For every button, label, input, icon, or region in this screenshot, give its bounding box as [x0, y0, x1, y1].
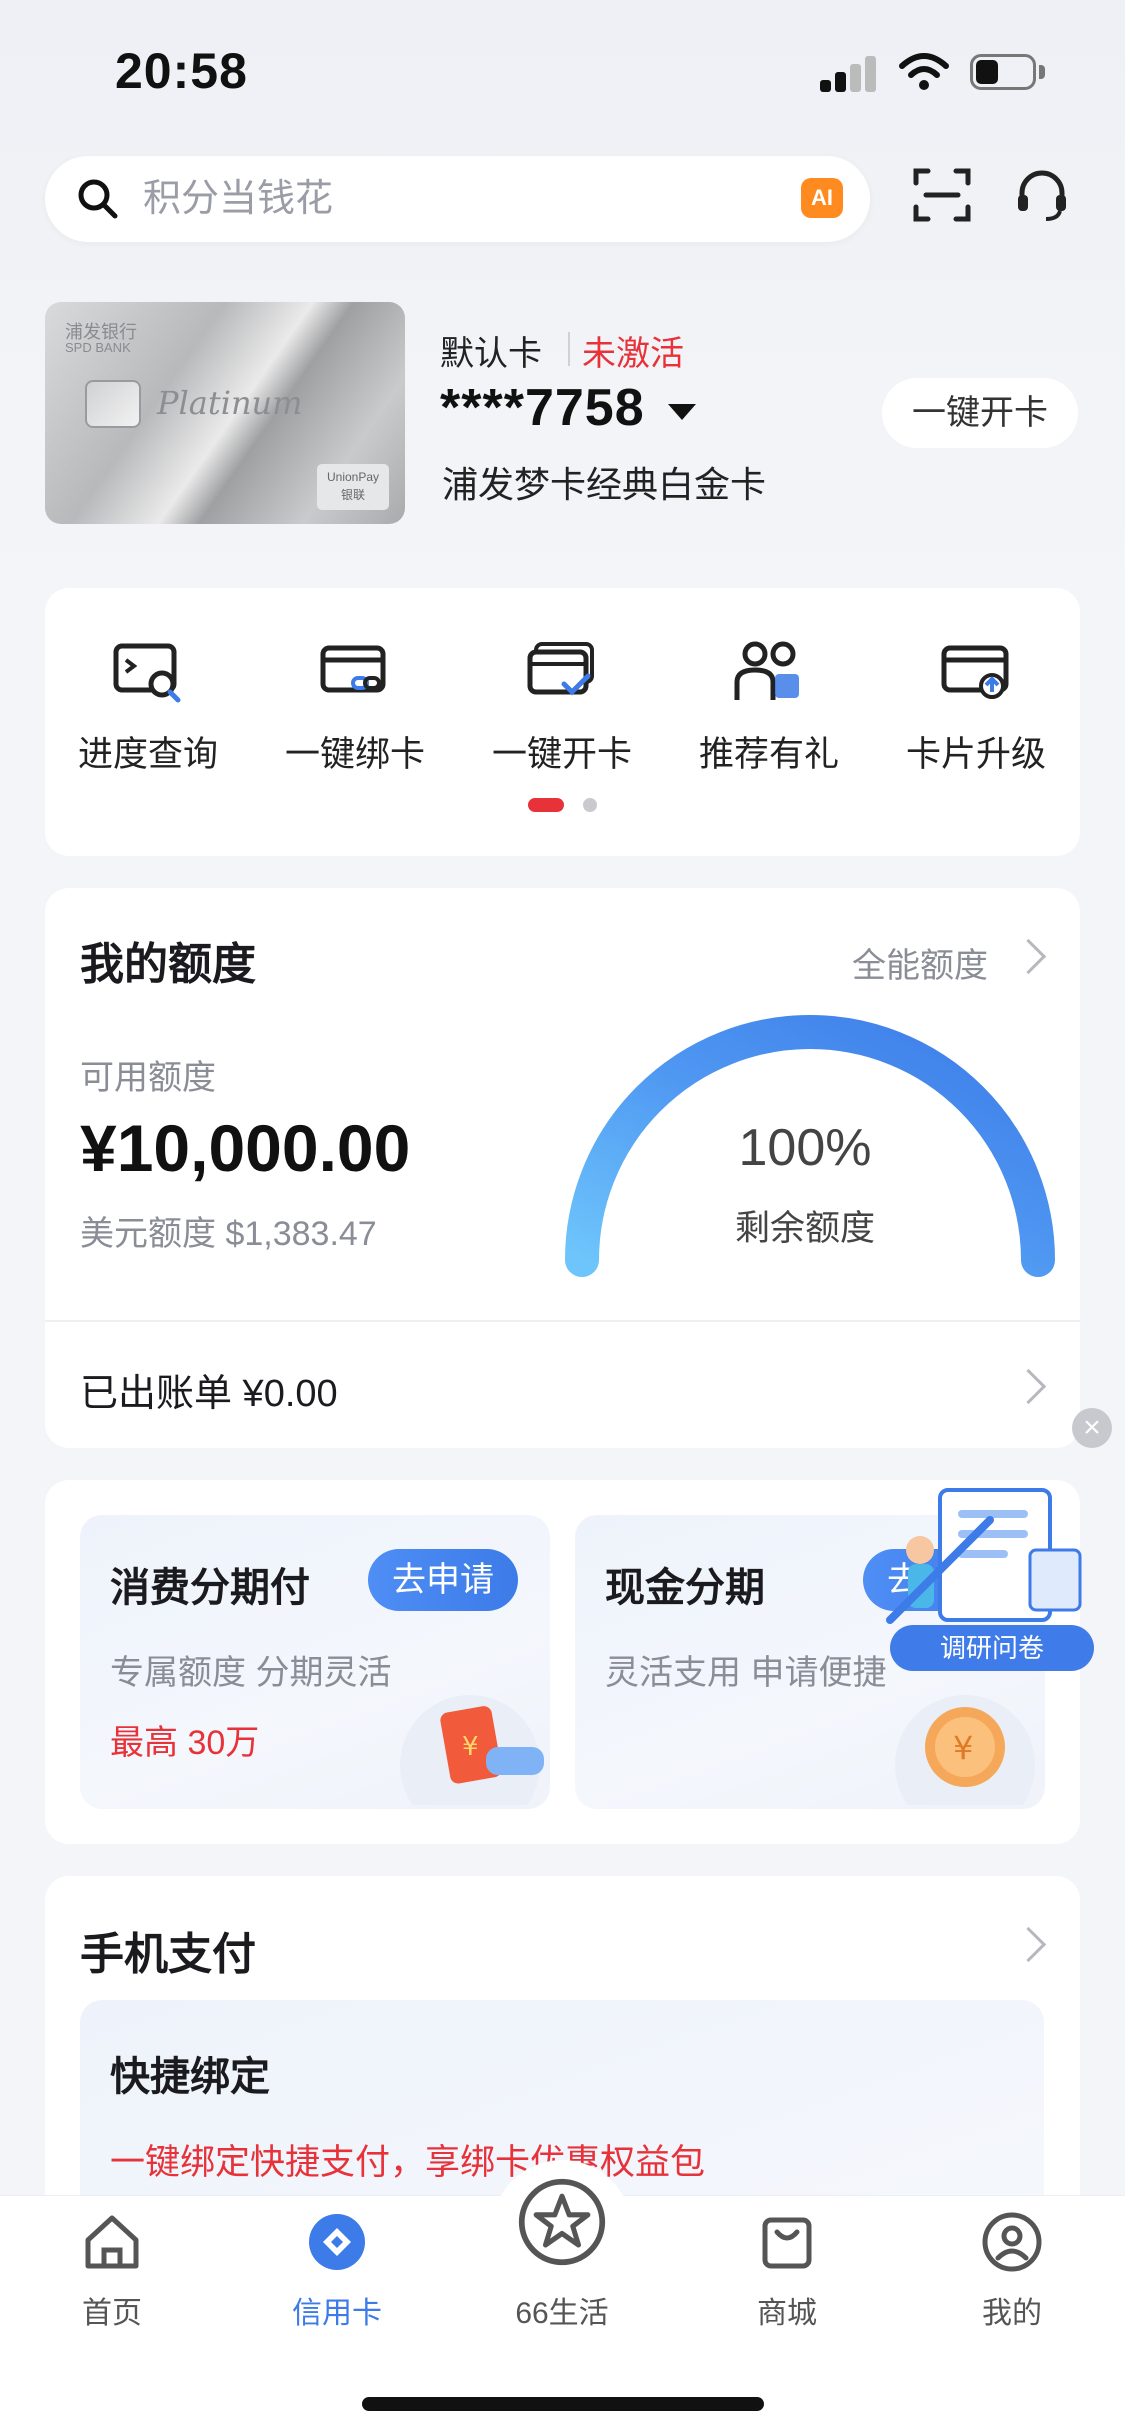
wifi-icon [899, 53, 949, 90]
tab-mall[interactable]: 商城 [717, 2210, 857, 2332]
profile-icon [982, 2212, 1042, 2272]
carousel-dot-active[interactable] [528, 798, 564, 812]
all-purpose-limit-link[interactable]: 全能额度 [852, 938, 988, 987]
shortcut-card-upgrade[interactable]: 卡片升级 [873, 640, 1079, 777]
installment-title: 现金分期 [605, 1566, 765, 1610]
tab-label: 信用卡 [292, 2297, 382, 2330]
tab-profile[interactable]: 我的 [942, 2210, 1082, 2332]
card-upgrade-icon [941, 645, 1009, 699]
tab-label: 商城 [757, 2297, 817, 2330]
apply-button[interactable]: 去申请 [368, 1549, 518, 1611]
available-limit-label: 可用额度 [80, 1059, 216, 1097]
home-indicator [362, 2397, 764, 2411]
scan-icon[interactable] [912, 165, 972, 225]
shortcut-refer-gift[interactable]: 推荐有礼 [666, 640, 872, 777]
consumer-installment-card[interactable]: 消费分期付 去申请 专属额度 分期灵活 最高 30万 ¥ [80, 1515, 550, 1809]
shortcut-label: 推荐有礼 [698, 735, 839, 774]
usd-limit: 美元额度 $1,383.47 [80, 1215, 377, 1253]
card-status: 未激活 [582, 335, 684, 373]
refer-gift-icon [734, 641, 799, 700]
svg-text:¥: ¥ [462, 1732, 479, 1762]
bill-summary[interactable]: 已出账单 ¥0.00 [80, 1362, 338, 1417]
svg-text:¥: ¥ [953, 1729, 973, 1767]
quick-activate-button[interactable]: 一键开卡 [882, 378, 1078, 448]
tab-66-life[interactable]: 66生活 [492, 2176, 632, 2332]
shortcut-label: 卡片升级 [905, 735, 1046, 774]
battery-icon [970, 54, 1048, 90]
shortcut-label: 一键绑卡 [284, 735, 425, 774]
card-bind-icon [320, 645, 386, 693]
mobile-pay-title: 手机支付 [80, 1930, 256, 1979]
tab-credit-card[interactable]: 信用卡 [267, 2210, 407, 2332]
shortcut-card-activate[interactable]: 一键开卡 [459, 640, 665, 777]
card-brand: Platinum [157, 384, 303, 422]
search-placeholder: 积分当钱花 [143, 178, 334, 220]
status-time: 20:58 [115, 43, 248, 99]
credit-title: 我的额度 [80, 940, 256, 989]
tab-label: 66生活 [515, 2297, 609, 2330]
coin-icon: ¥ [895, 1695, 1035, 1805]
card-name: 浦发梦卡经典白金卡 [442, 464, 767, 505]
search-bar[interactable]: 积分当钱花 AI [45, 156, 870, 242]
shortcut-label: 进度查询 [77, 735, 218, 774]
available-amount: ¥10,000.00 [80, 1111, 411, 1185]
shortcut-label: 一键开卡 [491, 735, 632, 774]
progress-search-icon [113, 643, 181, 703]
card-number[interactable]: ****7758 [440, 378, 645, 438]
quick-bind-title: 快捷绑定 [110, 2055, 270, 2099]
star-icon [518, 2178, 606, 2266]
card-label-divider [568, 332, 570, 366]
unionpay-logo: UnionPay 银联 [317, 464, 389, 510]
default-card-label: 默认卡 [440, 335, 542, 373]
credit-card-icon [309, 2214, 365, 2270]
installment-desc: 灵活支用 申请便捷 [605, 1654, 887, 1692]
card-activate-icon [527, 642, 594, 696]
shortcut-progress-query[interactable]: 进度查询 [45, 640, 251, 777]
survey-button[interactable]: 调研问卷 [890, 1625, 1094, 1671]
remaining-percent: 100% [738, 1119, 872, 1177]
cellular-signal-icon [820, 52, 880, 92]
customer-service-icon[interactable] [1012, 165, 1072, 225]
card-chip [85, 380, 141, 428]
shopping-bag-icon [762, 2217, 812, 2269]
carousel-dot[interactable] [583, 798, 597, 812]
card-switch-caret-icon[interactable] [668, 404, 696, 420]
tab-label: 我的 [982, 2297, 1042, 2330]
survey-illustration-icon[interactable] [880, 1470, 1100, 1630]
search-icon [78, 179, 118, 219]
ai-assistant-icon[interactable]: AI [801, 178, 843, 218]
tab-label: 首页 [82, 2297, 142, 2330]
remaining-label: 剩余额度 [734, 1209, 875, 1248]
credit-card-image[interactable]: 浦发银行 SPD BANK Platinum UnionPay 银联 [45, 302, 405, 524]
installment-desc: 专属额度 分期灵活 [110, 1654, 392, 1692]
shortcut-card-bind[interactable]: 一键绑卡 [252, 640, 458, 777]
divider [45, 1320, 1080, 1322]
installment-title: 消费分期付 [110, 1566, 310, 1610]
tab-home[interactable]: 首页 [42, 2210, 182, 2332]
installment-max: 最高 30万 [110, 1724, 260, 1762]
red-envelope-icon: ¥ [400, 1695, 544, 1805]
home-icon [85, 2215, 139, 2269]
card-bank-en: SPD BANK [65, 340, 131, 355]
close-icon[interactable]: × [1072, 1408, 1112, 1448]
